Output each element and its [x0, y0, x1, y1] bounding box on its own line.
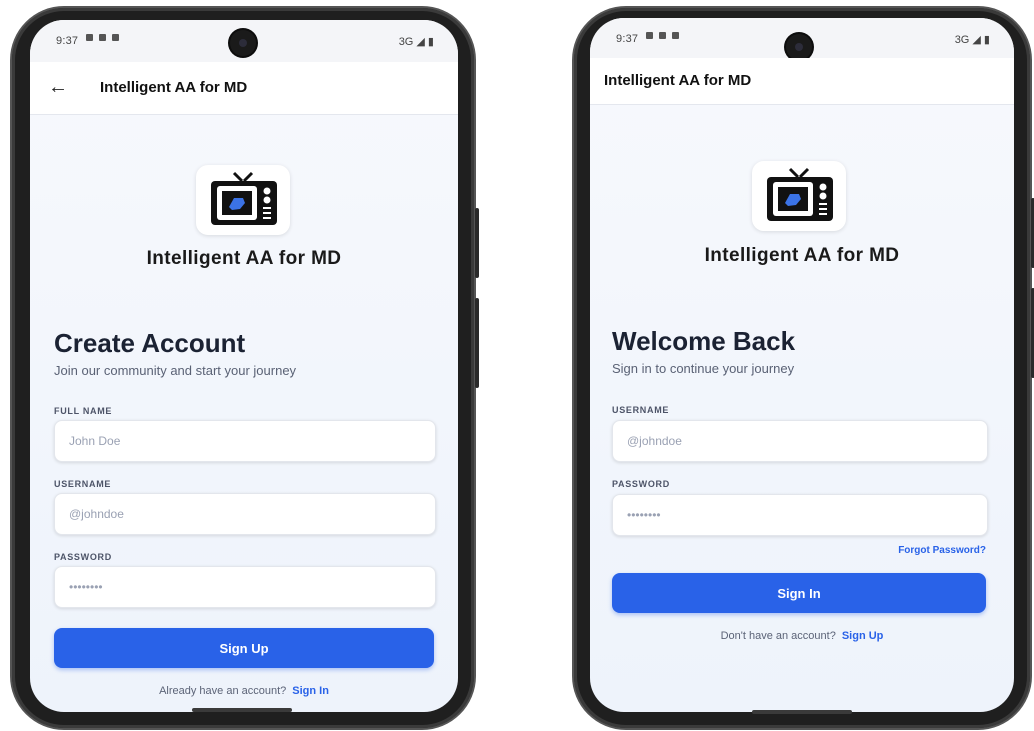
username-field[interactable] [54, 493, 436, 535]
password-input[interactable] [55, 567, 435, 607]
password-field[interactable] [54, 566, 436, 608]
password-label: PASSWORD [612, 479, 670, 489]
username-field[interactable] [612, 420, 988, 462]
username-input[interactable] [55, 494, 435, 534]
sign-in-prompt-text: Already have an account? [159, 685, 287, 697]
home-indicator[interactable] [192, 708, 292, 712]
app-bar: ← Intelligent AA for MD [30, 62, 458, 115]
network-indicator: 3G ◢ ▮ [398, 36, 434, 48]
app-bar-title: Intelligent AA for MD [604, 72, 752, 89]
sign-up-prompt-text: Don't have an account? [720, 630, 836, 642]
sign-up-button[interactable]: Sign Up [54, 628, 434, 668]
status-time: 9:37 [616, 33, 639, 45]
status-time: 9:37 [56, 35, 79, 47]
tv-icon [767, 167, 833, 221]
page-subheading: Sign in to continue your journey [612, 361, 795, 376]
password-field[interactable] [612, 494, 988, 536]
app-logo [752, 161, 846, 231]
full-name-label: FULL NAME [54, 406, 113, 416]
page-heading: Welcome Back [612, 326, 796, 356]
app-bar-title: Intelligent AA for MD [100, 79, 248, 96]
page-subheading: Join our community and start your journe… [54, 363, 297, 378]
page-heading: Create Account [54, 328, 246, 358]
sign-up-link[interactable]: Sign Up [842, 630, 884, 642]
back-arrow-icon[interactable]: ← [48, 76, 68, 99]
side-button [475, 298, 479, 388]
full-name-field[interactable] [54, 420, 436, 462]
tv-icon [211, 171, 277, 225]
sign-up-prompt: Don't have an account? Sign Up [590, 630, 1014, 642]
network-indicator: 3G ◢ ▮ [954, 34, 990, 46]
phone-signin: 9:37 3G ◢ ▮ Intelligent AA for MD Intell… [574, 8, 1034, 728]
sign-in-prompt: Already have an account? Sign In [30, 685, 458, 697]
forgot-password-link[interactable]: Forgot Password? [898, 545, 986, 556]
app-name: Intelligent AA for MD [146, 248, 342, 269]
sign-in-button[interactable]: Sign In [612, 573, 986, 613]
status-icons [86, 34, 119, 41]
side-button [475, 208, 479, 278]
password-input[interactable] [613, 495, 987, 535]
username-label: USERNAME [612, 405, 670, 415]
status-icons [646, 32, 679, 39]
front-camera [230, 30, 256, 56]
app-name: Intelligent AA for MD [704, 245, 900, 266]
sign-in-link[interactable]: Sign In [292, 685, 329, 697]
front-camera [786, 34, 812, 60]
phone-signup: 9:37 3G ◢ ▮ ← Intelligent AA for MD Inte… [12, 8, 479, 728]
full-name-input[interactable] [55, 421, 435, 461]
app-bar: Intelligent AA for MD [590, 58, 1014, 105]
screen-signup: 9:37 3G ◢ ▮ ← Intelligent AA for MD Inte… [30, 20, 458, 712]
home-indicator[interactable] [752, 710, 852, 714]
password-label: PASSWORD [54, 552, 112, 562]
username-label: USERNAME [54, 479, 112, 489]
screen-signin: 9:37 3G ◢ ▮ Intelligent AA for MD Intell… [590, 18, 1014, 712]
username-input[interactable] [613, 421, 987, 461]
app-logo [196, 165, 290, 235]
